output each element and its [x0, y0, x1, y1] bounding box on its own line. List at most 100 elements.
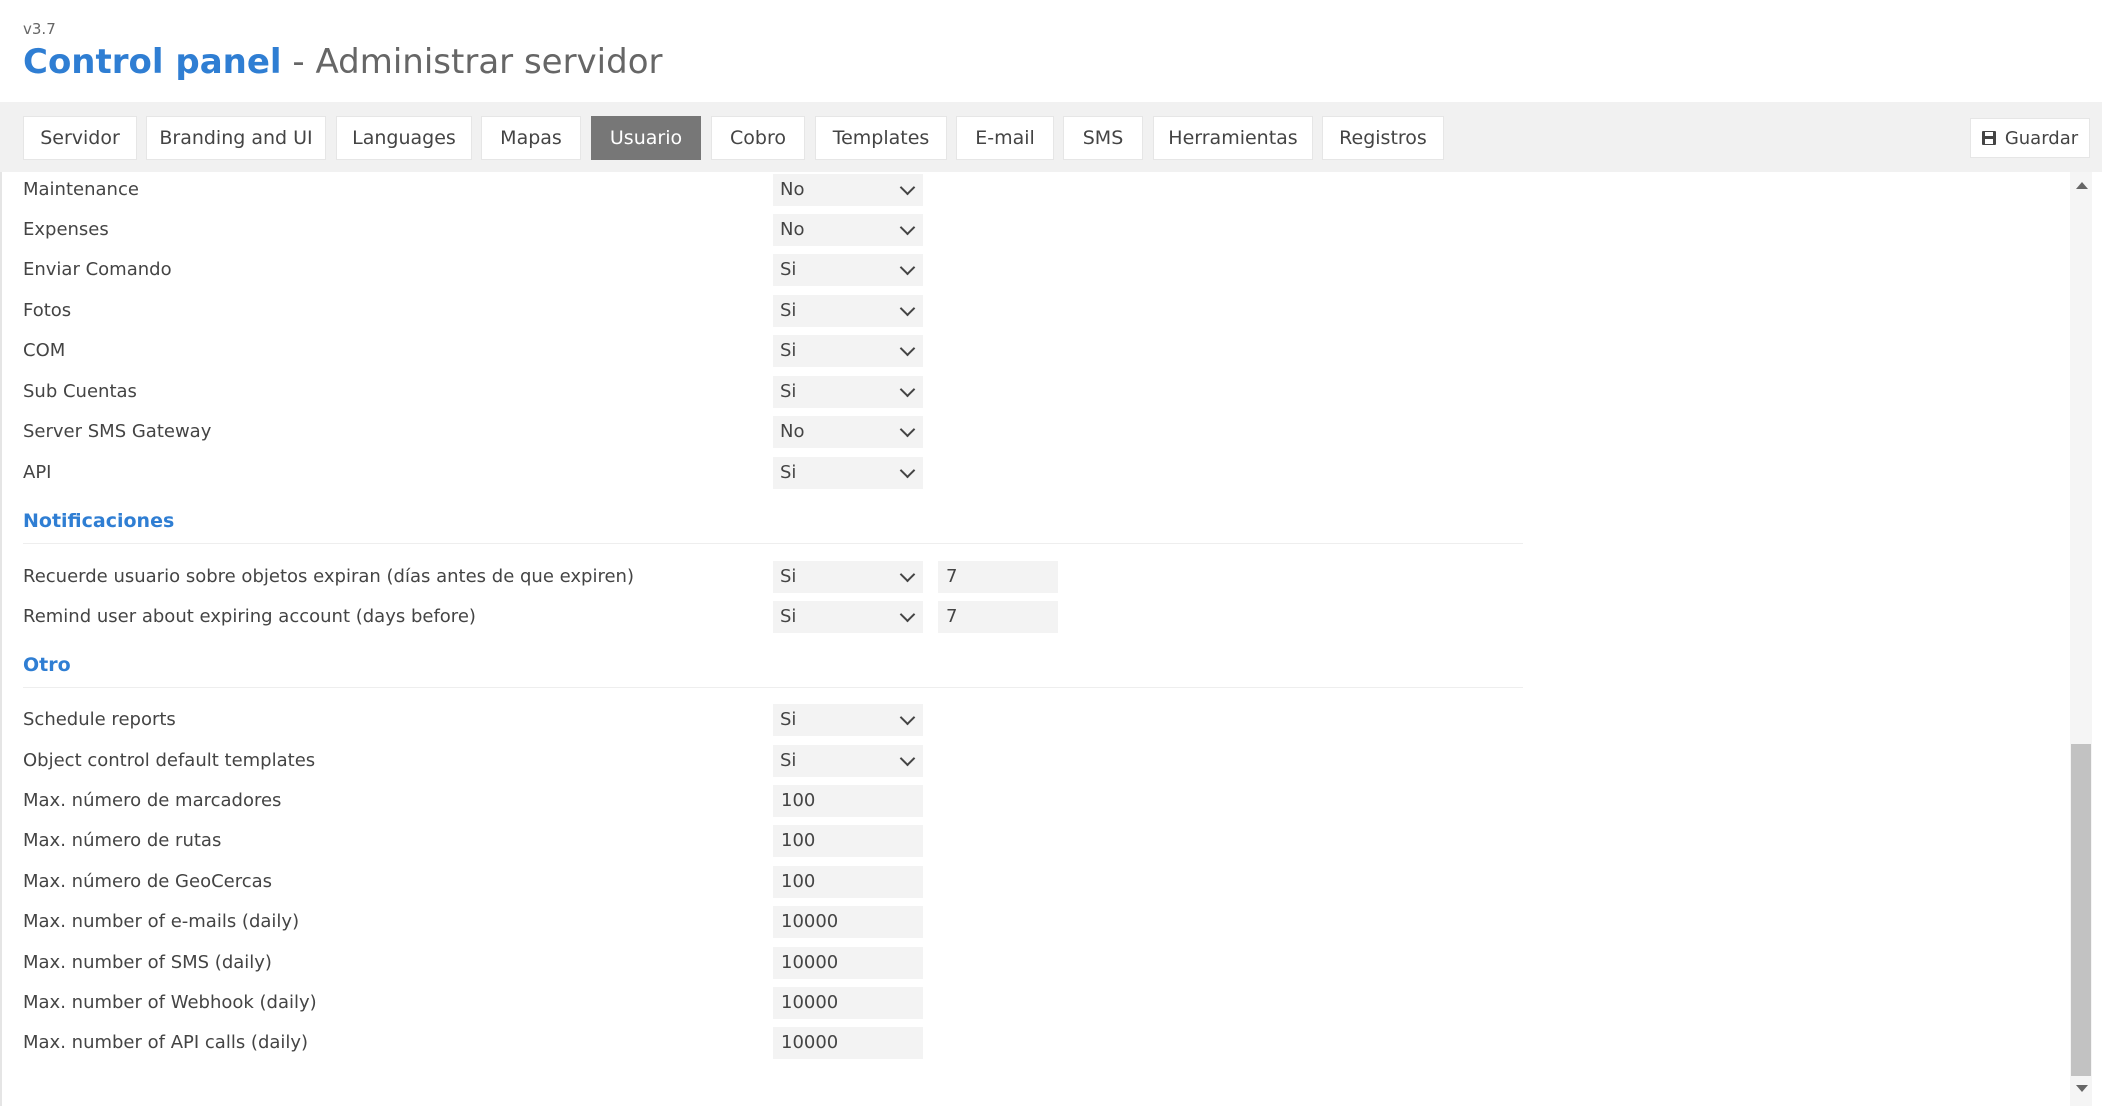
tab-templates[interactable]: Templates	[815, 116, 947, 160]
title-separator: -	[292, 42, 305, 82]
chevron-down-icon	[899, 421, 916, 438]
section-title-notificaciones: Notificaciones	[23, 510, 175, 532]
chevron-down-icon	[899, 300, 916, 317]
maintenance-select[interactable]: No	[773, 174, 923, 206]
select-value: Si	[780, 340, 797, 361]
expenses-select[interactable]: No	[773, 214, 923, 246]
select-value: Si	[780, 381, 797, 402]
select-value: Si	[780, 566, 797, 587]
schedule-reports-select[interactable]: Si	[773, 704, 923, 736]
setting-label: Object control default templates	[23, 750, 316, 771]
setting-row-max-sms: Max. number of SMS (daily) 10000	[0, 945, 1560, 981]
max-webhook-input[interactable]: 10000	[773, 987, 923, 1019]
max-emails-input[interactable]: 10000	[773, 906, 923, 938]
chevron-down-icon	[899, 566, 916, 583]
chevron-down-icon	[899, 340, 916, 357]
section-divider	[23, 687, 1523, 688]
select-value: Si	[780, 462, 797, 483]
setting-label: Max. number of SMS (daily)	[23, 952, 272, 973]
tab-languages[interactable]: Languages	[336, 116, 472, 160]
chevron-down-icon	[899, 179, 916, 196]
tab-bar: Servidor Branding and UI Languages Mapas…	[0, 102, 2102, 172]
setting-label: Expenses	[23, 219, 109, 240]
setting-row-fotos: Fotos Si	[0, 293, 1560, 329]
setting-label: Sub Cuentas	[23, 381, 137, 402]
max-sms-input[interactable]: 10000	[773, 947, 923, 979]
tab-registros[interactable]: Registros	[1322, 116, 1444, 160]
max-geofences-input[interactable]: 100	[773, 866, 923, 898]
select-value: Si	[780, 750, 797, 771]
setting-row-max-geofences: Max. número de GeoCercas 100	[0, 864, 1560, 900]
section-divider	[23, 543, 1523, 544]
setting-label: Max. número de marcadores	[23, 790, 282, 811]
select-value: No	[780, 219, 805, 240]
section-title-otro: Otro	[23, 654, 71, 676]
vertical-scrollbar[interactable]	[2070, 172, 2092, 1106]
chevron-down-icon	[899, 709, 916, 726]
tab-servidor[interactable]: Servidor	[23, 116, 137, 160]
setting-row-expiring-account: Remind user about expiring account (days…	[0, 599, 1560, 635]
page-subtitle: Administrar servidor	[315, 42, 663, 82]
expiring-objects-select[interactable]: Si	[773, 561, 923, 593]
setting-label: API	[23, 462, 52, 483]
select-value: No	[780, 421, 805, 442]
setting-label: Maintenance	[23, 179, 139, 200]
select-value: No	[780, 179, 805, 200]
com-select[interactable]: Si	[773, 335, 923, 367]
tab-cobro[interactable]: Cobro	[711, 116, 805, 160]
server-sms-gateway-select[interactable]: No	[773, 416, 923, 448]
setting-row-com: COM Si	[0, 333, 1560, 369]
tab-herramientas[interactable]: Herramientas	[1153, 116, 1313, 160]
expiring-account-select[interactable]: Si	[773, 601, 923, 633]
setting-label: Recuerde usuario sobre objetos expiran (…	[23, 566, 634, 587]
api-select[interactable]: Si	[773, 457, 923, 489]
enviar-comando-select[interactable]: Si	[773, 254, 923, 286]
setting-row-sub-cuentas: Sub Cuentas Si	[0, 374, 1560, 410]
save-button[interactable]: Guardar	[1970, 118, 2090, 158]
setting-label: Max. number of e-mails (daily)	[23, 911, 300, 932]
setting-label: Max. number of Webhook (daily)	[23, 992, 317, 1013]
select-value: Si	[780, 259, 797, 280]
chevron-down-icon	[899, 750, 916, 767]
select-value: Si	[780, 606, 797, 627]
page-title: Control panel - Administrar servidor	[23, 40, 663, 84]
chevron-down-icon	[899, 381, 916, 398]
expiring-objects-days-input[interactable]: 7	[938, 561, 1058, 593]
select-value: Si	[780, 709, 797, 730]
setting-row-api: API Si	[0, 455, 1560, 491]
setting-label: Max. número de GeoCercas	[23, 871, 273, 892]
max-routes-input[interactable]: 100	[773, 825, 923, 857]
setting-row-max-markers: Max. número de marcadores 100	[0, 783, 1560, 819]
setting-row-enviar-comando: Enviar Comando Si	[0, 252, 1560, 288]
settings-content: Maintenance No Expenses No Enviar Comand…	[0, 172, 2070, 1106]
version-label: v3.7	[23, 20, 56, 38]
setting-label: Remind user about expiring account (days…	[23, 606, 476, 627]
save-button-label: Guardar	[2004, 127, 2079, 149]
tab-email[interactable]: E-mail	[956, 116, 1054, 160]
max-api-calls-input[interactable]: 10000	[773, 1027, 923, 1059]
setting-row-schedule-reports: Schedule reports Si	[0, 702, 1560, 738]
object-control-templates-select[interactable]: Si	[773, 745, 923, 777]
setting-label: Schedule reports	[23, 709, 176, 730]
scroll-down-arrow-icon[interactable]	[2076, 1085, 2088, 1092]
setting-label: Max. número de rutas	[23, 830, 222, 851]
page-header: v3.7 Control panel - Administrar servido…	[0, 0, 2102, 102]
setting-label: COM	[23, 340, 66, 361]
setting-label: Server SMS Gateway	[23, 421, 212, 442]
scroll-up-arrow-icon[interactable]	[2076, 182, 2088, 189]
tab-mapas[interactable]: Mapas	[481, 116, 581, 160]
chevron-down-icon	[899, 606, 916, 623]
expiring-account-days-input[interactable]: 7	[938, 601, 1058, 633]
fotos-select[interactable]: Si	[773, 295, 923, 327]
setting-row-object-control-templates: Object control default templates Si	[0, 743, 1560, 779]
tab-sms[interactable]: SMS	[1063, 116, 1143, 160]
setting-label: Fotos	[23, 300, 72, 321]
floppy-disk-icon	[1981, 131, 1996, 145]
sub-cuentas-select[interactable]: Si	[773, 376, 923, 408]
setting-row-max-api-calls: Max. number of API calls (daily) 10000	[0, 1025, 1560, 1061]
max-markers-input[interactable]: 100	[773, 785, 923, 817]
tab-branding-and-ui[interactable]: Branding and UI	[146, 116, 326, 160]
tab-usuario[interactable]: Usuario	[591, 116, 701, 160]
app-title: Control panel	[23, 42, 282, 82]
scrollbar-thumb[interactable]	[2071, 744, 2091, 1076]
